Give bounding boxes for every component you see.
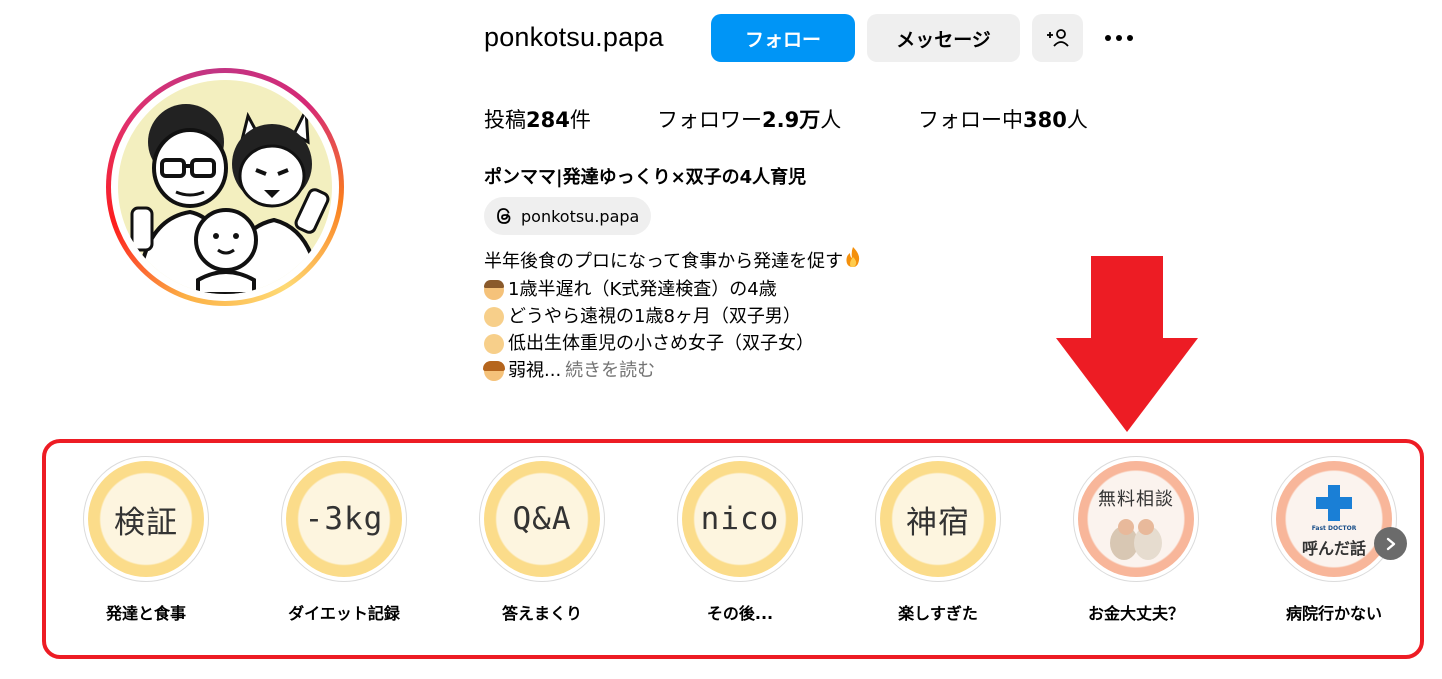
red-arrow-down-icon [1056, 256, 1198, 432]
read-more-link[interactable]: 続きを読む [565, 357, 655, 384]
followers-count[interactable]: フォロワー2.9万人 [657, 104, 841, 134]
highlight-item[interactable]: -3kg ダイエット記録 [279, 456, 409, 624]
highlight-label: お金大丈夫？ [1087, 604, 1184, 623]
profile-username: ponkotsu.papa [484, 22, 664, 52]
highlight-cover-text: nico [700, 501, 780, 537]
message-button[interactable]: メッセージ [867, 14, 1020, 62]
following-count[interactable]: フォロー中380人 [918, 104, 1088, 134]
fast-doctor-logo: Fast DOCTOR [1311, 525, 1357, 532]
highlights-next-button[interactable] [1374, 527, 1407, 560]
highlight-label: ダイエット記録 [288, 604, 400, 623]
highlight-item[interactable]: 検証 発達と食事 [81, 456, 211, 624]
twin-babies-photo-icon [1110, 519, 1162, 560]
follow-button[interactable]: フォロー [711, 14, 855, 62]
baby-emoji-icon [484, 306, 504, 327]
highlight-label: 発達と食事 [105, 604, 186, 623]
threads-badge[interactable]: ponkotsu.papa [484, 197, 652, 235]
baby-emoji-icon [484, 333, 504, 354]
highlight-label: 楽しすぎた [898, 604, 978, 623]
highlight-cover-text: 検証 [114, 504, 178, 541]
profile-avatar[interactable] [106, 68, 344, 306]
highlight-label: 病院行かない [1285, 604, 1382, 623]
highlight-cover-text: 無料相談 [1098, 489, 1174, 510]
posts-count: 投稿284件 [484, 108, 591, 132]
highlight-cover-text: Q&A [512, 501, 572, 537]
threads-icon [497, 208, 511, 224]
highlight-item[interactable]: nico その後... [675, 456, 805, 624]
more-options-icon[interactable] [1100, 26, 1138, 50]
highlight-label: 答えまくり [501, 604, 582, 623]
highlight-item[interactable]: 神宿 楽しすぎた [873, 456, 1003, 624]
highlight-label: その後... [706, 604, 774, 623]
child-emoji-icon [484, 279, 504, 300]
highlight-cover-text: 神宿 [906, 504, 970, 541]
highlight-cover-text: 呼んだ話 [1301, 539, 1366, 558]
fire-emoji-icon [844, 246, 862, 276]
suggest-accounts-button[interactable] [1032, 14, 1083, 62]
profile-full-name: ポンママ|発達ゆっくり×双子の4人育児 [484, 167, 807, 188]
woman-emoji-icon [483, 360, 505, 381]
highlight-item[interactable]: Q&A 答えまくり [477, 456, 607, 624]
chevron-right-icon [1386, 537, 1395, 550]
highlight-item[interactable]: 無料相談 お金大丈夫？ [1071, 456, 1201, 624]
highlight-cover-text: -3kg [304, 501, 384, 537]
threads-handle: ponkotsu.papa [521, 206, 640, 226]
medical-cross-icon [1316, 485, 1352, 521]
profile-bio: 半年後食のプロになって食事から発達を促す 1歳半遅れ（K式発達検査）の4歳 どう… [483, 246, 862, 384]
person-plus-icon [1046, 29, 1069, 47]
avatar-family-illustration [118, 80, 332, 294]
